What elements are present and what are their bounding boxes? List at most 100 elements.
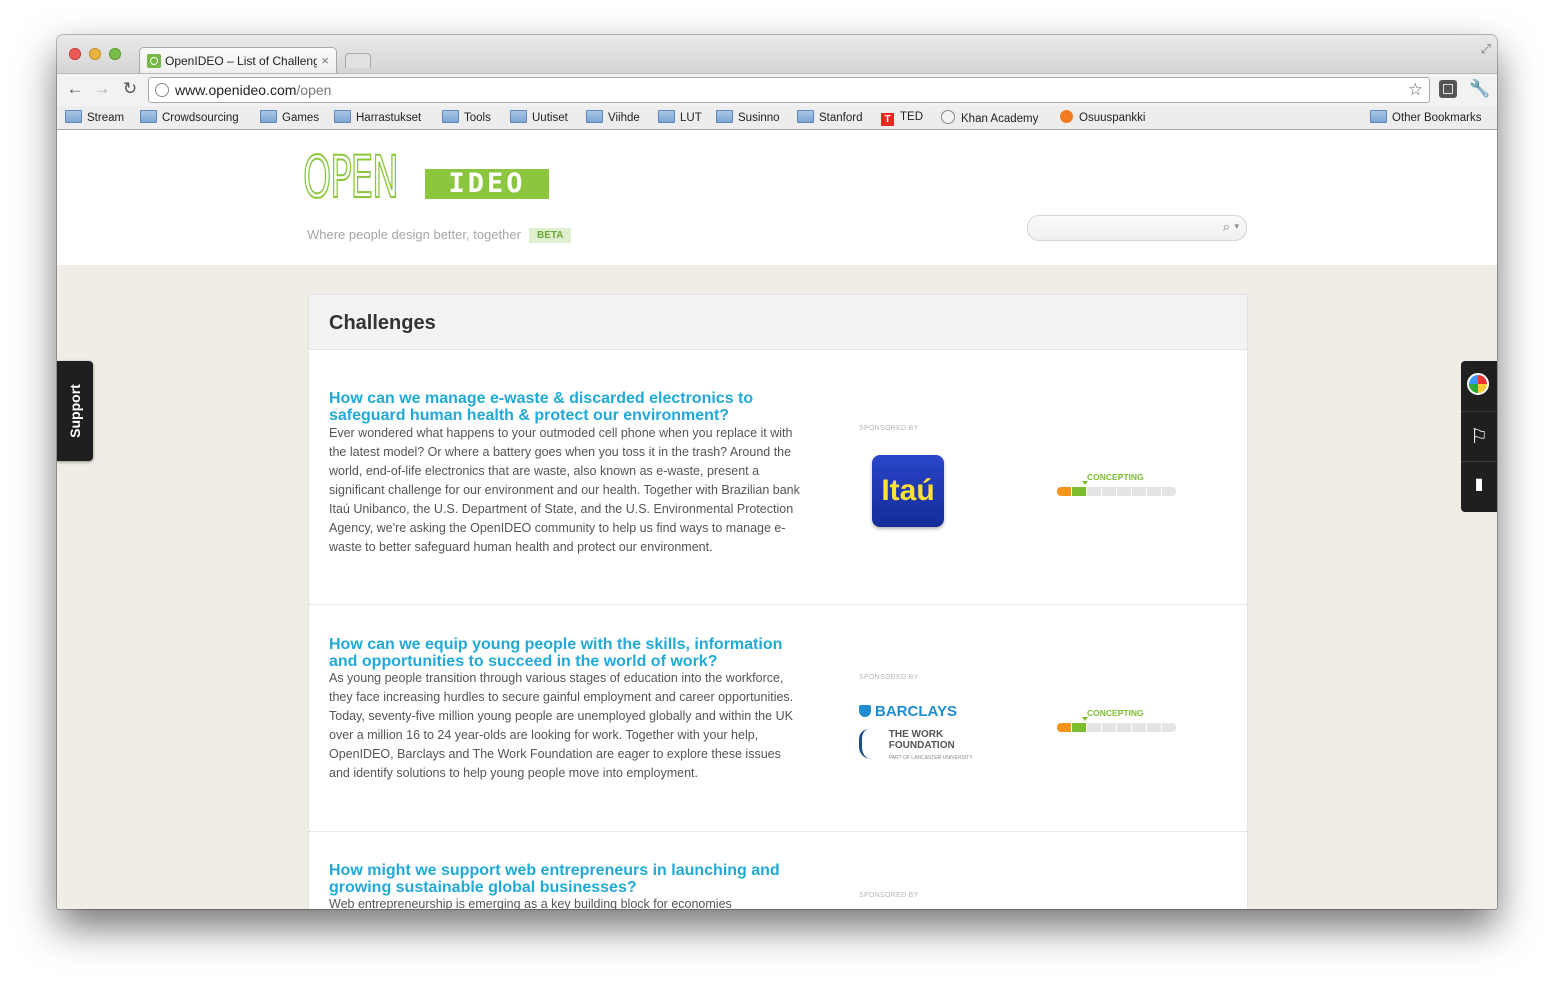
phase-segment <box>1102 723 1116 732</box>
zoom-window-button[interactable] <box>109 48 121 60</box>
bookmark-star-icon[interactable]: ☆ <box>1408 78 1423 102</box>
bookmark-susinno[interactable]: Susinno <box>716 110 780 126</box>
bookmark-label: TED <box>900 111 923 123</box>
folder-icon <box>797 110 814 123</box>
sponsored-by-label: SPONSORED BY <box>859 425 919 432</box>
bookmark-games[interactable]: Games <box>260 110 319 126</box>
phase-segment <box>1057 487 1071 496</box>
bookmark-khan-academy[interactable]: Khan Academy <box>941 110 1038 127</box>
support-label: Support <box>67 384 83 438</box>
challenge-title[interactable]: How might we support web entrepreneurs i… <box>329 862 789 896</box>
folder-icon <box>334 110 351 123</box>
other-bookmarks[interactable]: Other Bookmarks <box>1370 110 1481 126</box>
bookmark-osuuspankki[interactable]: Osuuspankki <box>1060 110 1145 126</box>
bookmark-lut[interactable]: LUT <box>658 110 702 126</box>
folder-icon <box>716 110 733 123</box>
beta-badge: BETA <box>529 228 572 243</box>
phase-segment <box>1087 487 1101 496</box>
folder-icon <box>1370 110 1387 123</box>
phase-indicator: CONCEPTING <box>1057 708 1176 736</box>
phase-segment <box>1087 723 1101 732</box>
bookmark-viihde[interactable]: Viihde <box>586 110 640 126</box>
itau-sponsor-logo[interactable]: Itaú <box>872 455 944 527</box>
challenge-title[interactable]: How can we equip young people with the s… <box>329 636 789 670</box>
bookmark-stanford[interactable]: Stanford <box>797 110 862 126</box>
address-bar[interactable]: www.openideo.com/open ☆ <box>148 77 1430 103</box>
bookmark-label: Uutiset <box>532 112 568 124</box>
search-icon[interactable]: ⌕ <box>1223 219 1230 235</box>
flag-button[interactable]: ⚐ <box>1461 411 1497 462</box>
browser-toolbar: ← → ↻ www.openideo.com/open ☆ 🔧 <box>57 73 1497 106</box>
work-foundation-line1: THE WORK <box>888 729 944 740</box>
folder-icon <box>140 110 157 123</box>
bookmark-icon: ▮ <box>1474 476 1484 493</box>
bookmark-label: Tools <box>464 112 491 124</box>
sponsored-by-label: SPONSORED BY <box>859 674 919 681</box>
barclays-eagle-icon <box>859 705 871 717</box>
flag-icon: ⚐ <box>1470 426 1488 448</box>
folder-icon <box>260 110 277 123</box>
phase-progress-bar <box>1057 487 1176 496</box>
search-input[interactable]: ⌕ ▾ <box>1027 215 1247 241</box>
bookmark-label: Viihde <box>608 112 640 124</box>
bookmark-ted[interactable]: T TED <box>881 110 923 126</box>
side-toolbar: ⚐ ▮ <box>1461 361 1497 512</box>
support-tab[interactable]: Support <box>57 361 93 461</box>
phase-pointer-icon <box>1082 481 1088 485</box>
osuuspankki-icon <box>1060 110 1073 123</box>
bookmark-harrastukset[interactable]: Harrastukset <box>334 110 421 126</box>
folder-icon <box>442 110 459 123</box>
challenge-description: Web entrepreneurship is emerging as a ke… <box>329 897 732 909</box>
bookmark-crowdsourcing[interactable]: Crowdsourcing <box>140 110 239 126</box>
bookmark-button[interactable]: ▮ <box>1461 461 1497 512</box>
site-tagline: Where people design better, together <box>307 227 521 242</box>
forward-arrow-icon[interactable]: → <box>92 79 112 99</box>
browser-titlebar: OpenIDEO – List of Challenges × ⤢ <box>57 35 1497 74</box>
challenge-item: How might we support web entrepreneurs i… <box>309 832 1247 909</box>
color-wheel-button[interactable] <box>1461 361 1497 411</box>
page-globe-icon <box>155 83 169 97</box>
fullscreen-icon[interactable]: ⤢ <box>1481 41 1491 57</box>
bookmark-uutiset[interactable]: Uutiset <box>510 110 568 126</box>
folder-icon <box>586 110 603 123</box>
work-foundation-line2: FOUNDATION <box>888 740 955 751</box>
globe-icon <box>941 110 955 124</box>
bookmark-stream[interactable]: Stream <box>65 110 124 126</box>
phase-segment <box>1132 487 1146 496</box>
wrench-icon[interactable]: 🔧 <box>1469 80 1490 98</box>
bookmark-label: Crowdsourcing <box>162 112 239 124</box>
close-window-button[interactable] <box>69 48 81 60</box>
phase-segment <box>1162 723 1176 732</box>
phase-label: CONCEPTING <box>1087 708 1144 718</box>
phase-segment <box>1072 723 1086 732</box>
bookmark-tools[interactable]: Tools <box>442 110 491 126</box>
challenge-title[interactable]: How can we manage e-waste & discarded el… <box>329 390 789 424</box>
challenges-heading: Challenges <box>329 312 436 334</box>
new-tab-button[interactable] <box>345 53 371 68</box>
url-host: www.openideo.com <box>175 82 297 98</box>
bookmark-label: Harrastukset <box>356 112 422 124</box>
tab-close-icon[interactable]: × <box>321 48 329 74</box>
bookmark-label: Stanford <box>819 112 863 124</box>
phase-segment <box>1102 487 1116 496</box>
barclays-sponsor-logo[interactable]: BARCLAYS <box>859 703 957 720</box>
reload-icon[interactable]: ↻ <box>120 79 140 99</box>
sponsored-by-label: SPONSORED BY <box>859 892 919 899</box>
chevron-down-icon[interactable]: ▾ <box>1234 221 1239 232</box>
minimize-window-button[interactable] <box>89 48 101 60</box>
phase-pointer-icon <box>1082 717 1088 721</box>
work-foundation-subtitle: PART OF LANCASTER UNIVERSITY <box>888 755 973 761</box>
url-path: /open <box>296 82 332 98</box>
browser-tab-active[interactable]: OpenIDEO – List of Challenges × <box>139 47 337 74</box>
extension-icon[interactable] <box>1439 80 1457 98</box>
back-arrow-icon[interactable]: ← <box>65 79 85 99</box>
work-foundation-sponsor-logo[interactable]: THE WORK FOUNDATION PART OF LANCASTER UN… <box>859 729 973 764</box>
phase-segment <box>1117 487 1131 496</box>
barclays-logo-text: BARCLAYS <box>875 703 957 720</box>
openideo-logo[interactable]: OPEN IDEO <box>302 142 553 218</box>
phase-segment <box>1117 723 1131 732</box>
bookmark-label: Games <box>282 112 320 124</box>
browser-window: OpenIDEO – List of Challenges × ⤢ ← → ↻ … <box>57 35 1497 909</box>
url-text: www.openideo.com/open <box>175 78 331 102</box>
work-foundation-mark-icon <box>859 729 880 759</box>
